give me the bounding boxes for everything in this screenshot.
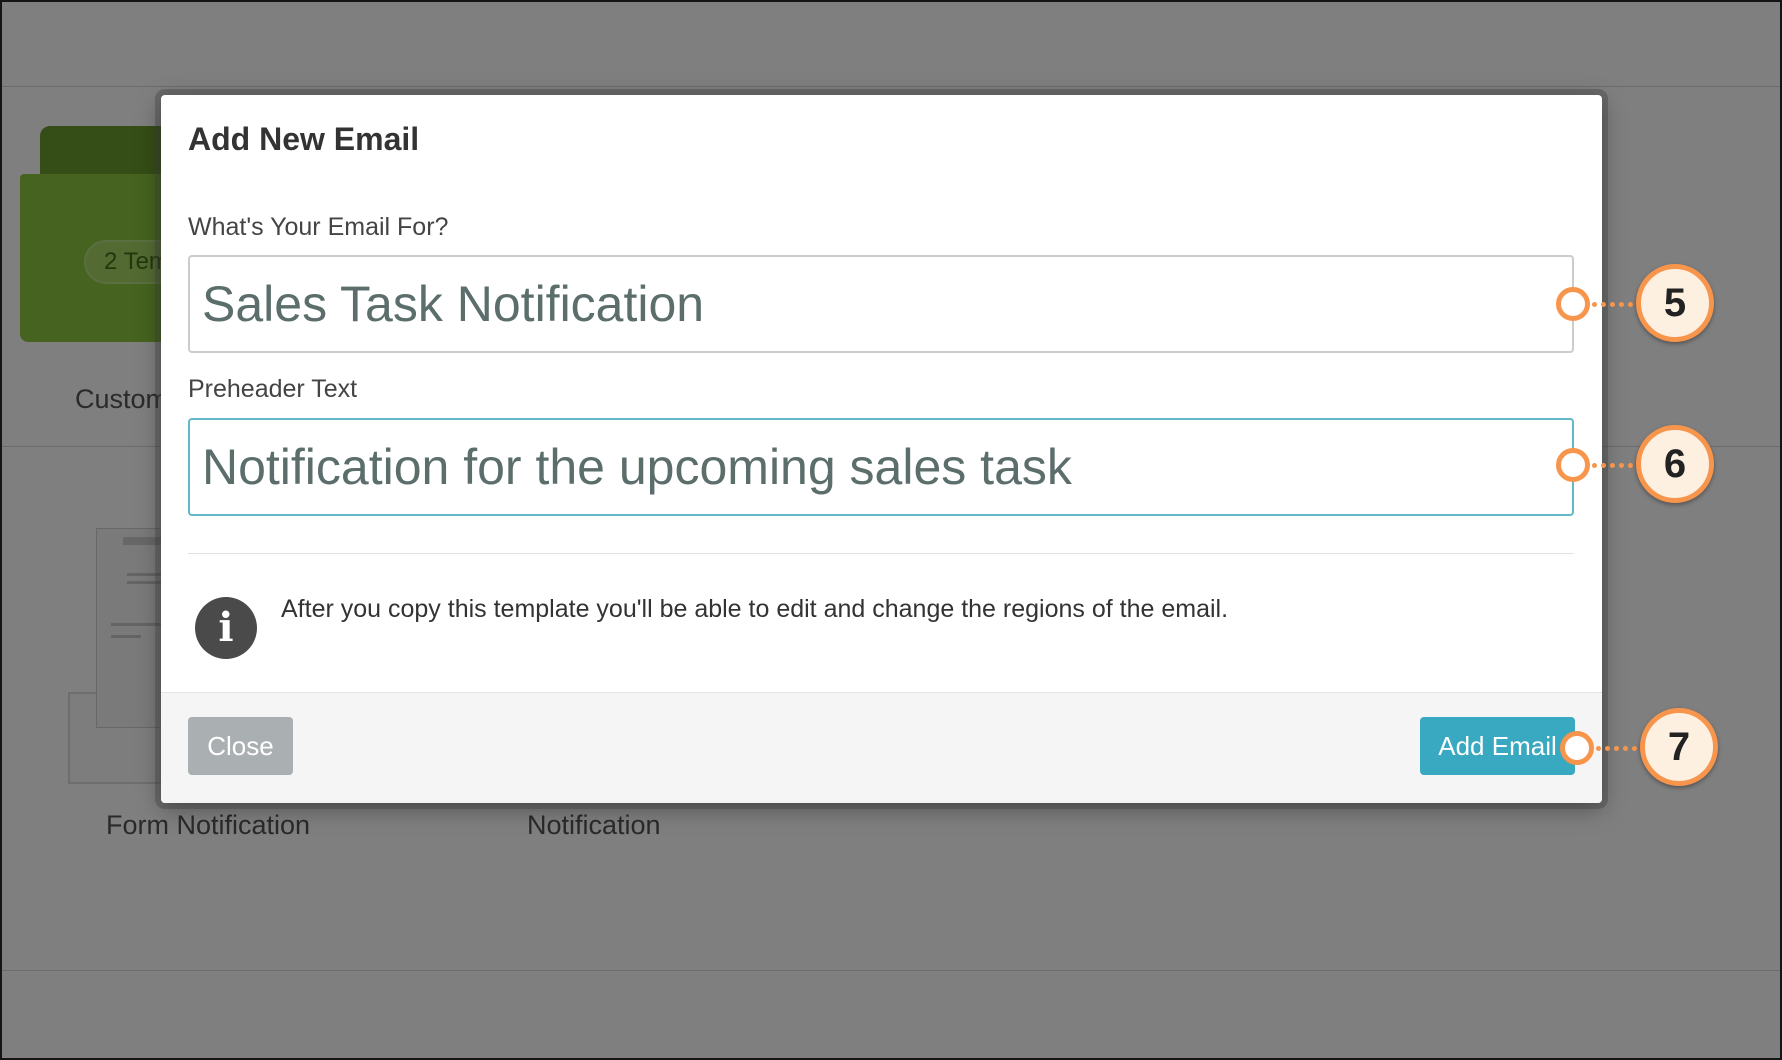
close-button[interactable]: Close — [188, 717, 293, 775]
content-divider — [188, 553, 1574, 554]
dialog-footer — [161, 692, 1602, 803]
callout-connector — [1592, 463, 1642, 468]
email-for-label: What's Your Email For? — [188, 213, 449, 241]
add-email-button[interactable]: Add Email — [1420, 717, 1575, 775]
callout-anchor-dot — [1560, 731, 1594, 765]
preheader-label: Preheader Text — [188, 375, 358, 403]
add-email-dialog: Add New Email What's Your Email For? Pre… — [161, 95, 1602, 803]
callout-anchor-dot — [1556, 448, 1590, 482]
callout-badge-6: 6 — [1636, 425, 1714, 503]
email-for-input[interactable] — [188, 255, 1574, 353]
callout-badge-5: 5 — [1636, 264, 1714, 342]
callout-anchor-dot — [1556, 287, 1590, 321]
dialog-title: Add New Email — [188, 121, 420, 157]
info-message: After you copy this template you'll be a… — [281, 595, 1229, 623]
callout-connector — [1596, 746, 1646, 751]
info-icon: i — [195, 597, 257, 659]
callout-connector — [1592, 302, 1642, 307]
preheader-input[interactable] — [188, 418, 1574, 516]
callout-badge-7: 7 — [1640, 708, 1718, 786]
